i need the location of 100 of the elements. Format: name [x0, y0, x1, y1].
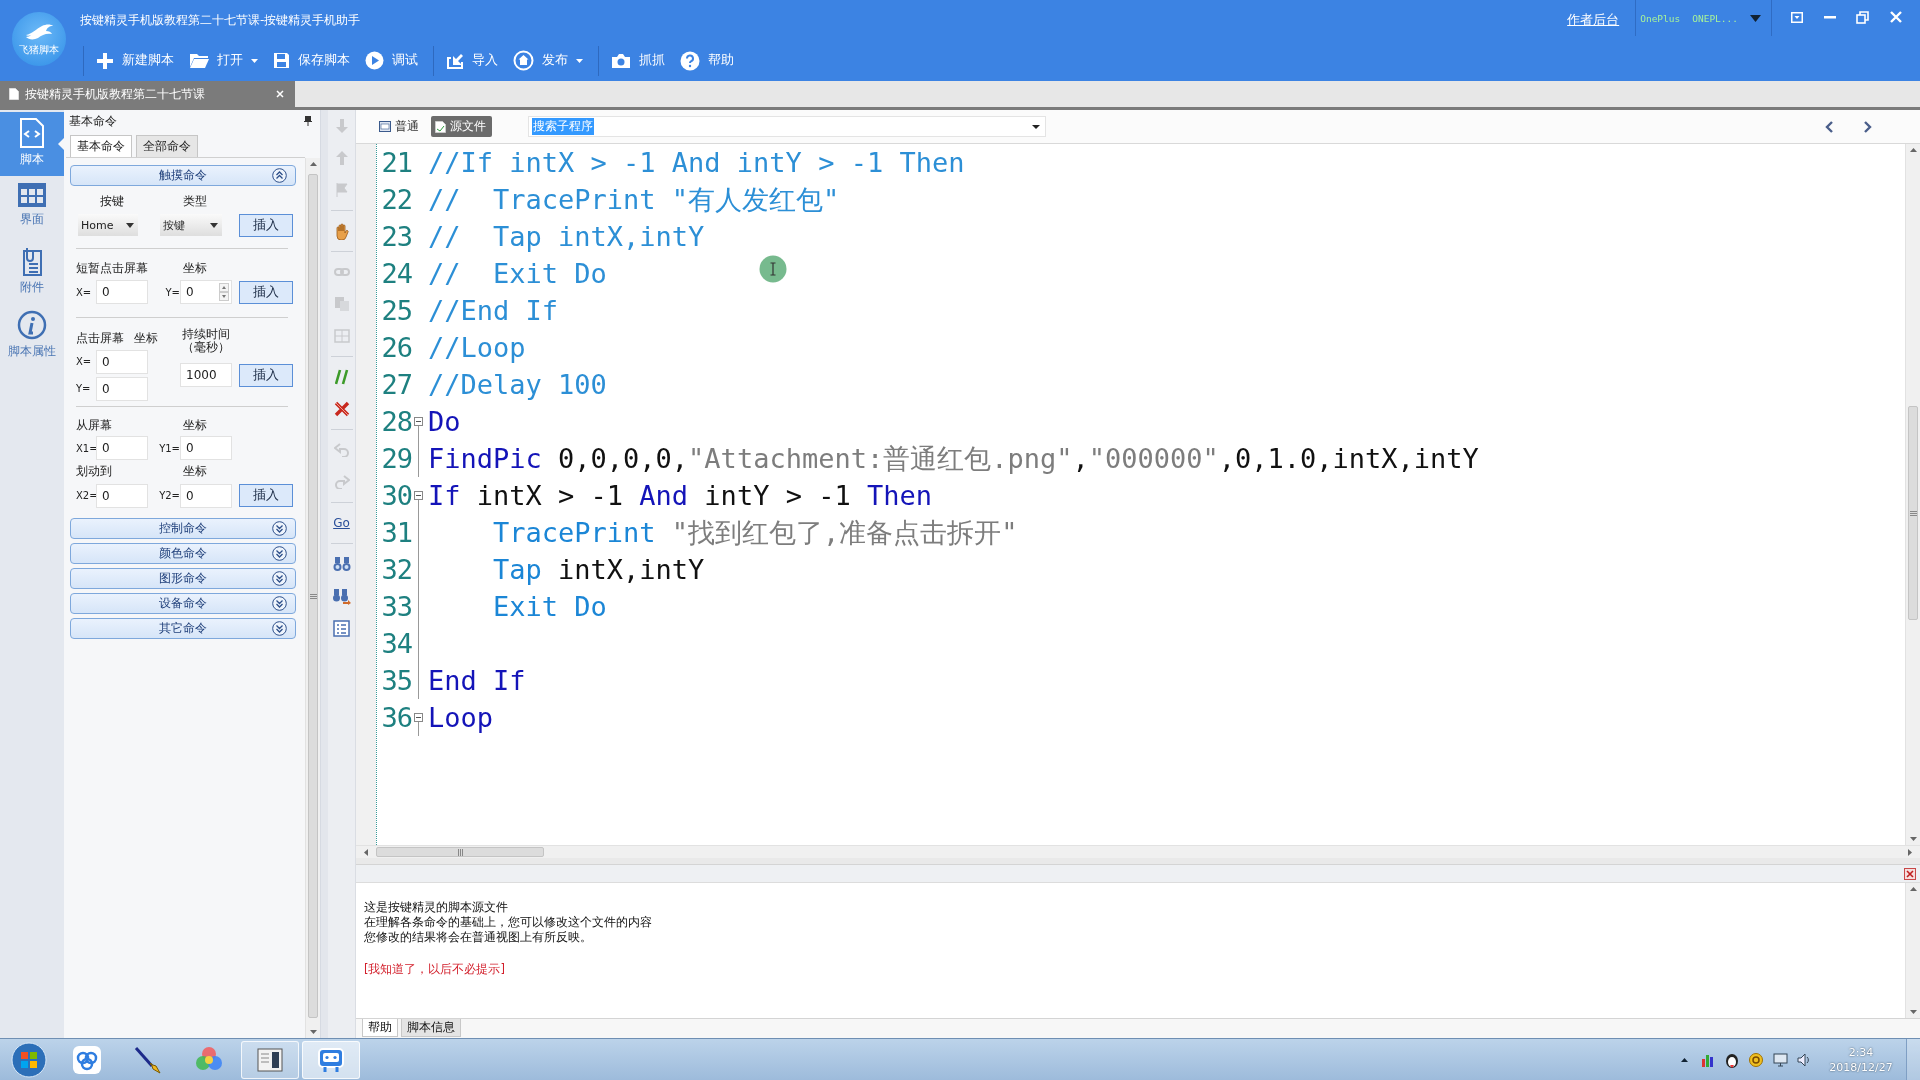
- double-chevron-down-icon: [272, 596, 287, 611]
- scrollbar[interactable]: [1905, 883, 1920, 1018]
- input-field[interactable]: 0: [96, 376, 148, 401]
- document-tab[interactable]: 按键精灵手机版教程第二十七节课: [0, 81, 295, 107]
- section-header[interactable]: 控制命令: [70, 518, 296, 539]
- toolbar-button[interactable]: 发布: [507, 44, 589, 77]
- view-tab[interactable]: 普通: [375, 116, 425, 137]
- toolbar-button[interactable]: 保存脚本: [267, 44, 356, 77]
- toolbar-button[interactable]: 抓抓: [605, 44, 671, 77]
- scroll-down-icon: [1909, 1010, 1917, 1014]
- input-field[interactable]: 0: [180, 483, 232, 508]
- panel-tab[interactable]: 基本命令: [70, 135, 132, 157]
- panel-tab[interactable]: 脚本信息: [401, 1019, 461, 1037]
- horizontal-scrollbar[interactable]: [356, 845, 1920, 858]
- arrow-down-icon: [334, 118, 349, 134]
- double-chevron-down-icon: [272, 521, 287, 536]
- insert-button[interactable]: 插入: [239, 280, 293, 304]
- play-icon: [365, 51, 384, 70]
- y2-label: Y2=: [159, 489, 180, 503]
- code-line: Tap intX,intY: [492, 553, 705, 587]
- line-number: 27: [380, 369, 412, 400]
- binoculars-arrow-icon: [332, 587, 351, 605]
- toolbar-button[interactable]: 新建脚本: [90, 44, 180, 77]
- code-line: //End If: [428, 294, 559, 328]
- code-line: TracePrint "找到红包了,准备点击拆开": [492, 516, 1018, 550]
- line-number: 21: [380, 147, 412, 178]
- tap-label: 短暂点击屏幕: [76, 261, 148, 276]
- toolbar-button[interactable]: 打开: [183, 44, 264, 77]
- line-number: 24: [380, 258, 412, 289]
- code-line: FindPic 0,0,0,0,"Attachment:普通红包.png","000000",0,1.0,intX,intY: [428, 442, 1479, 476]
- sidebar-item[interactable]: 附件: [0, 240, 64, 304]
- grip-icon: [1909, 510, 1917, 516]
- y-label: Y=: [165, 285, 180, 300]
- cursor-highlight-icon: [759, 255, 787, 283]
- minimize-icon: [1823, 15, 1836, 19]
- scrollbar[interactable]: [305, 158, 320, 1038]
- spin-field[interactable]: 0: [180, 280, 232, 304]
- section-header[interactable]: 图形命令: [70, 568, 296, 589]
- key-label: 按键: [100, 193, 124, 209]
- line-number: 29: [380, 443, 412, 474]
- input-field[interactable]: 0: [96, 349, 148, 374]
- view-tab[interactable]: 源文件: [431, 116, 492, 137]
- x-label: X=: [76, 285, 92, 300]
- key-select[interactable]: Home: [78, 214, 138, 236]
- insert-button[interactable]: 插入: [239, 484, 293, 507]
- double-chevron-down-icon: [272, 571, 287, 586]
- scrollbar-thumb[interactable]: [1908, 406, 1918, 620]
- line-number: 28: [380, 406, 412, 437]
- input-field[interactable]: 0: [180, 436, 232, 460]
- code-line: //Delay 100: [428, 368, 607, 402]
- code-line: //Loop: [428, 331, 526, 365]
- section-header[interactable]: 触摸命令: [70, 165, 296, 186]
- input-field[interactable]: 0: [96, 483, 148, 508]
- toolbar-button[interactable]: 调试: [359, 44, 424, 77]
- help-text: 您修改的结果将会在普通视图上有所反映。: [364, 930, 592, 945]
- panel-tab[interactable]: 帮助: [362, 1019, 398, 1037]
- grid-window-icon: [17, 182, 47, 208]
- input-field[interactable]: 0: [96, 436, 148, 460]
- section-header[interactable]: 其它命令: [70, 618, 296, 639]
- binoculars-icon: [332, 556, 351, 572]
- toolbar-button[interactable]: 导入: [440, 44, 504, 77]
- help-text: 在理解各条命令的基础上，您可以修改这个文件的内容: [364, 915, 652, 930]
- duration-field[interactable]: 1000: [180, 363, 232, 387]
- clock-time: 2:34: [1848, 1044, 1874, 1060]
- input-field[interactable]: 0: [96, 280, 148, 304]
- panel-tab[interactable]: 全部命令: [136, 135, 198, 157]
- code-line: // TracePrint "有人发红包": [428, 183, 840, 217]
- show-desktop-button[interactable]: [1906, 1038, 1920, 1080]
- taskbar-app[interactable]: [241, 1040, 299, 1079]
- scrollbar-thumb[interactable]: [308, 174, 318, 1018]
- goto-button[interactable]: Go: [328, 507, 355, 539]
- undo-icon: [333, 443, 350, 457]
- scroll-left-icon: [364, 848, 368, 856]
- section-header[interactable]: 设备命令: [70, 593, 296, 614]
- type-select[interactable]: 按键: [160, 214, 222, 236]
- code-line: Loop: [428, 701, 494, 735]
- caret-down-icon: [126, 222, 134, 228]
- close-panel-button[interactable]: [1904, 867, 1916, 880]
- dropdown-box-icon: [1790, 11, 1803, 23]
- code-line: // Exit Do: [428, 257, 607, 291]
- brush-icon: [133, 1044, 163, 1075]
- scrollbar-thumb[interactable]: [376, 847, 544, 857]
- sidebar-item[interactable]: 脚本属性: [0, 304, 64, 368]
- pin-icon: [304, 116, 312, 126]
- flag-icon: [334, 182, 349, 198]
- dismiss-link[interactable]: [我知道了，以后不必提示]: [364, 962, 505, 977]
- type-label: 类型: [183, 193, 207, 209]
- insert-button[interactable]: 插入: [239, 363, 293, 387]
- bars-icon: [1701, 1052, 1715, 1067]
- from-label: 从屏幕: [76, 418, 112, 433]
- x1-label: X1=: [76, 441, 98, 456]
- arrow-up-icon: [334, 150, 349, 166]
- section-header[interactable]: 颜色命令: [70, 543, 296, 564]
- insert-button[interactable]: 插入: [239, 213, 293, 237]
- to-label: 划动到: [76, 464, 112, 479]
- toolbar-button[interactable]: 帮助: [674, 44, 740, 77]
- line-number: 34: [380, 628, 412, 659]
- sidebar-item[interactable]: 界面: [0, 176, 64, 240]
- scrollbar[interactable]: [1905, 144, 1920, 845]
- author-link[interactable]: 作者后台: [1567, 11, 1620, 29]
